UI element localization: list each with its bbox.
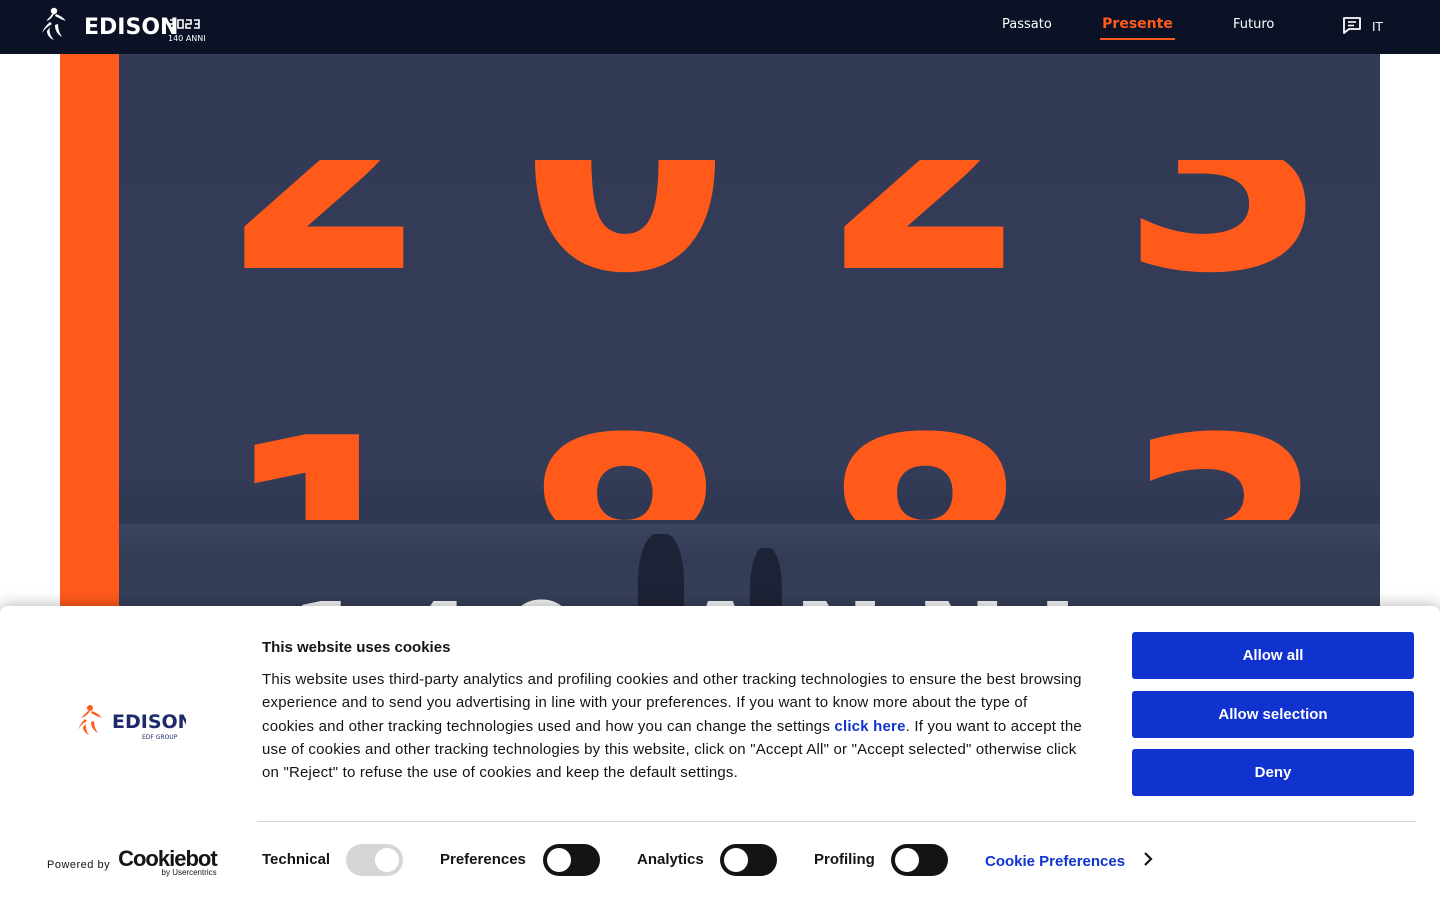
cookie-info-link[interactable]: click here xyxy=(834,718,905,735)
site-header: EDISON 140 ANNI Passato Presente Futuro … xyxy=(0,0,1440,54)
year-top-digit: 2 xyxy=(220,160,440,339)
edison-140-logo[interactable]: EDISON 140 ANNI xyxy=(40,5,210,45)
powered-by-label: Powered by xyxy=(47,859,111,871)
year-top-digit: 2 xyxy=(820,160,1040,339)
allow-all-button[interactable]: Allow all xyxy=(1132,632,1414,679)
year-bottom-digit: 8 xyxy=(521,360,740,520)
allow-selection-button[interactable]: Allow selection xyxy=(1132,691,1414,738)
cookiebot-wordmark: Cookiebot xyxy=(118,846,218,871)
toggle-knob xyxy=(547,848,571,872)
cookie-description: This website uses third-party analytics … xyxy=(262,668,1082,784)
year-bottom: 1 8 8 3 xyxy=(180,360,1380,520)
hero-section: 2 0 2 3 1 8 8 3 140 ANNI xyxy=(60,54,1380,654)
toggle-preferences[interactable] xyxy=(543,844,600,876)
language-label: IT xyxy=(1372,20,1383,34)
cookie-title: This website uses cookies xyxy=(262,639,451,656)
year-bottom-digit: 1 xyxy=(221,360,440,520)
nav-passato[interactable]: Passato xyxy=(1002,0,1052,40)
year-top-digit: 0 xyxy=(520,160,740,339)
toggle-knob xyxy=(375,848,399,872)
language-selector[interactable]: IT xyxy=(1342,16,1383,38)
toggle-profiling[interactable] xyxy=(891,844,948,876)
svg-text:EDF GROUP: EDF GROUP xyxy=(142,734,178,741)
toggle-label-profiling: Profiling xyxy=(814,851,875,868)
chat-icon xyxy=(1342,16,1362,38)
cookiebot-logo: Cookiebot by Usercentrics xyxy=(118,846,218,878)
accent-bar xyxy=(60,54,119,654)
svg-text:140 ANNI: 140 ANNI xyxy=(168,34,206,43)
toggle-label-preferences: Preferences xyxy=(440,851,526,868)
toggle-knob xyxy=(895,848,919,872)
cookie-preferences-link[interactable]: Cookie Preferences xyxy=(985,851,1153,871)
sea-horizon xyxy=(119,524,1380,564)
toggle-knob xyxy=(724,848,748,872)
year-top: 2 0 2 3 xyxy=(180,160,1380,360)
toggle-technical[interactable] xyxy=(346,844,403,876)
edison-edf-logo: EDISON EDF GROUP xyxy=(76,702,194,751)
cookie-divider xyxy=(257,821,1416,822)
deny-button[interactable]: Deny xyxy=(1132,749,1414,796)
chevron-right-icon xyxy=(1143,851,1153,871)
year-bottom-digit: 8 xyxy=(821,360,1040,520)
svg-text:EDISON: EDISON xyxy=(84,15,178,40)
toggle-label-analytics: Analytics xyxy=(637,851,704,868)
toggle-analytics[interactable] xyxy=(720,844,777,876)
cookie-banner: EDISON EDF GROUP This website uses cooki… xyxy=(0,606,1440,900)
svg-text:EDISON: EDISON xyxy=(112,711,186,733)
nav-futuro[interactable]: Futuro xyxy=(1233,0,1274,40)
cookie-preferences-label: Cookie Preferences xyxy=(985,852,1126,870)
nav-presente[interactable]: Presente xyxy=(1100,0,1175,40)
year-top-digit: 3 xyxy=(1120,160,1340,339)
year-bottom-digit: 3 xyxy=(1121,360,1340,520)
toggle-label-technical: Technical xyxy=(262,851,331,868)
powered-by-cookiebot[interactable]: Powered by Cookiebot by Usercentrics xyxy=(47,846,218,878)
